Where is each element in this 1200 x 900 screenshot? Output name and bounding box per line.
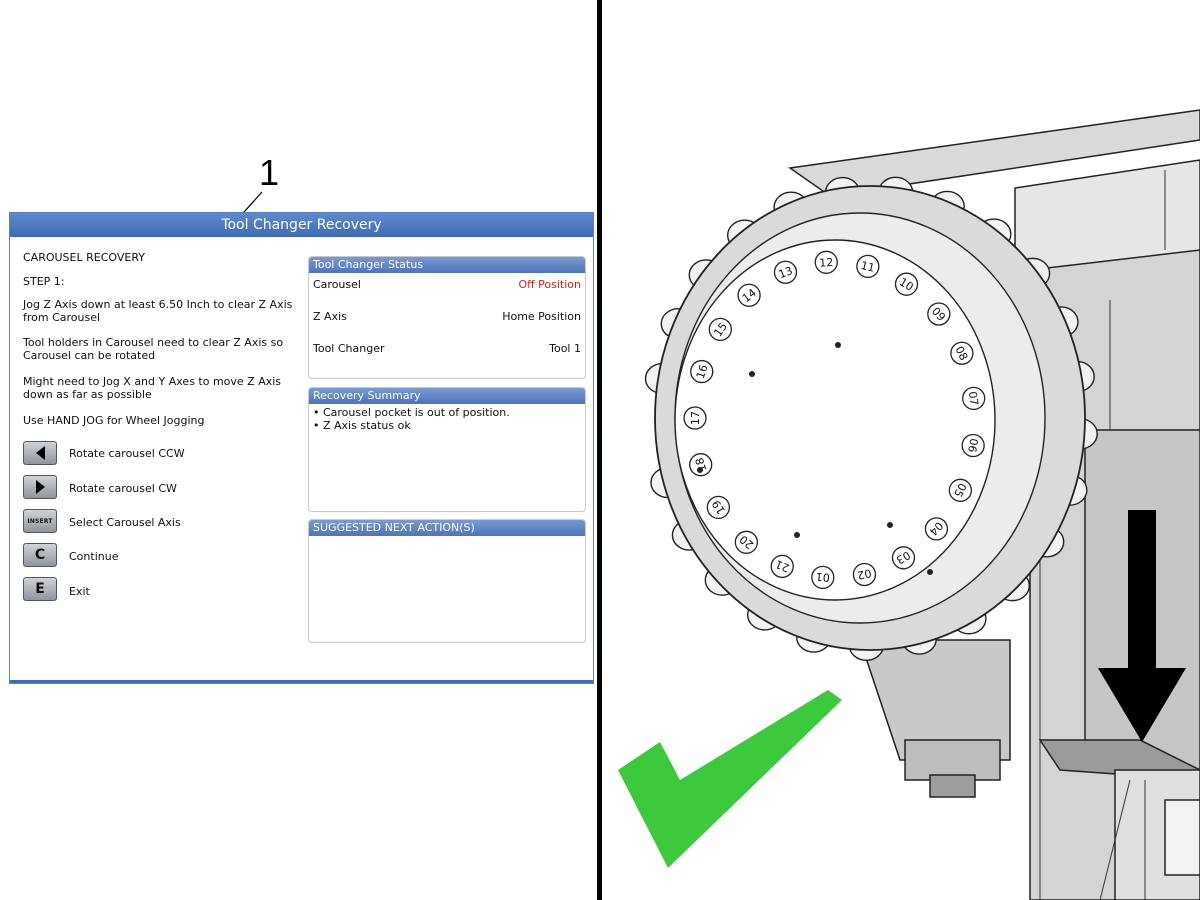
status-row-tool-changer: Tool Changer Tool 1 — [309, 337, 585, 369]
select-carousel-axis-label: Select Carousel Axis — [69, 516, 181, 529]
left-arrow-icon — [35, 446, 45, 460]
status-value: Tool 1 — [549, 342, 581, 355]
pocket-label: 20 — [734, 530, 759, 554]
rotate-ccw-label: Rotate carousel CCW — [69, 447, 185, 460]
pocket-label: 21 — [770, 554, 794, 578]
instruction-1: Jog Z Axis down at least 6.50 Inch to cl… — [23, 298, 293, 324]
pocket-label: 09 — [927, 302, 951, 326]
recovery-heading: CAROUSEL RECOVERY — [23, 251, 145, 264]
pocket-label: 08 — [950, 341, 974, 365]
dialog-bottom-border — [10, 680, 593, 683]
instruction-3: Might need to Jog X and Y Axes to move Z… — [23, 375, 282, 401]
right-arrow-icon — [35, 480, 45, 494]
continue-key-button[interactable]: C — [23, 543, 57, 567]
instruction-4: Use HAND JOG for Wheel Jogging — [23, 414, 205, 427]
status-row-carousel: Carousel Off Position — [309, 273, 585, 305]
continue-label: Continue — [69, 550, 119, 563]
status-label: Z Axis — [313, 310, 347, 323]
pocket-number: 01 — [815, 570, 830, 584]
summary-panel-title: Recovery Summary — [309, 388, 585, 404]
pocket-label: 13 — [773, 260, 798, 284]
next-action-panel-title: SUGGESTED NEXT ACTION(S) — [309, 520, 585, 536]
status-value: Home Position — [502, 310, 581, 323]
recovery-summary-panel: Recovery Summary • Carousel pocket is ou… — [308, 387, 586, 512]
pocket-label: 14 — [737, 283, 761, 307]
pocket-number: 17 — [689, 411, 702, 425]
instruction-2: Tool holders in Carousel need to clear Z… — [23, 336, 284, 362]
rotate-cw-button[interactable] — [23, 475, 57, 499]
tool-changer-recovery-dialog: Tool Changer Recovery CAROUSEL RECOVERY … — [9, 212, 594, 684]
pocket-label: 10 — [894, 272, 919, 296]
status-value: Off Position — [518, 278, 581, 291]
insert-key-button[interactable]: INSERT — [23, 509, 57, 533]
pocket-label: 03 — [891, 546, 916, 570]
pocket-label: 07 — [962, 386, 986, 411]
tool-changer-status-panel: Tool Changer Status Carousel Off Positio… — [308, 256, 586, 379]
pocket-number: 07 — [966, 391, 981, 407]
pocket-label: 02 — [852, 562, 877, 587]
step-label: STEP 1: — [23, 275, 65, 288]
pocket-label: 16 — [690, 359, 714, 384]
status-row-z-axis: Z Axis Home Position — [309, 305, 585, 337]
status-panel-title: Tool Changer Status — [309, 257, 585, 273]
rotate-cw-label: Rotate carousel CW — [69, 482, 177, 495]
pocket-label: 19 — [706, 495, 731, 520]
pocket-label: 06 — [961, 433, 985, 458]
check-mark-icon — [618, 690, 842, 868]
dialog-title: Tool Changer Recovery — [10, 213, 593, 237]
pocket-label: 01 — [811, 565, 835, 590]
status-label: Tool Changer — [313, 342, 385, 355]
callout-1: 1 — [259, 152, 280, 193]
machine-illustration: 01 02030405060708091011121314151617181920… — [618, 109, 1200, 900]
pocket-label: 11 — [856, 254, 880, 279]
pocket-label: 12 — [814, 250, 838, 274]
summary-item: • Z Axis status ok — [313, 419, 411, 432]
pocket-label: 04 — [924, 517, 949, 541]
pocket-label: 17 — [683, 406, 707, 430]
status-label: Carousel — [313, 278, 361, 291]
pocket-label: 15 — [708, 317, 732, 342]
exit-key-button[interactable]: E — [23, 577, 57, 601]
pocket-label: 05 — [948, 478, 973, 502]
suggested-next-action-panel: SUGGESTED NEXT ACTION(S) — [308, 519, 586, 643]
pocket-number: 06 — [965, 437, 980, 453]
summary-item: • Carousel pocket is out of position. — [313, 406, 510, 419]
pocket-number: 12 — [819, 256, 834, 270]
rotate-ccw-button[interactable] — [23, 441, 57, 465]
exit-label: Exit — [69, 585, 90, 598]
